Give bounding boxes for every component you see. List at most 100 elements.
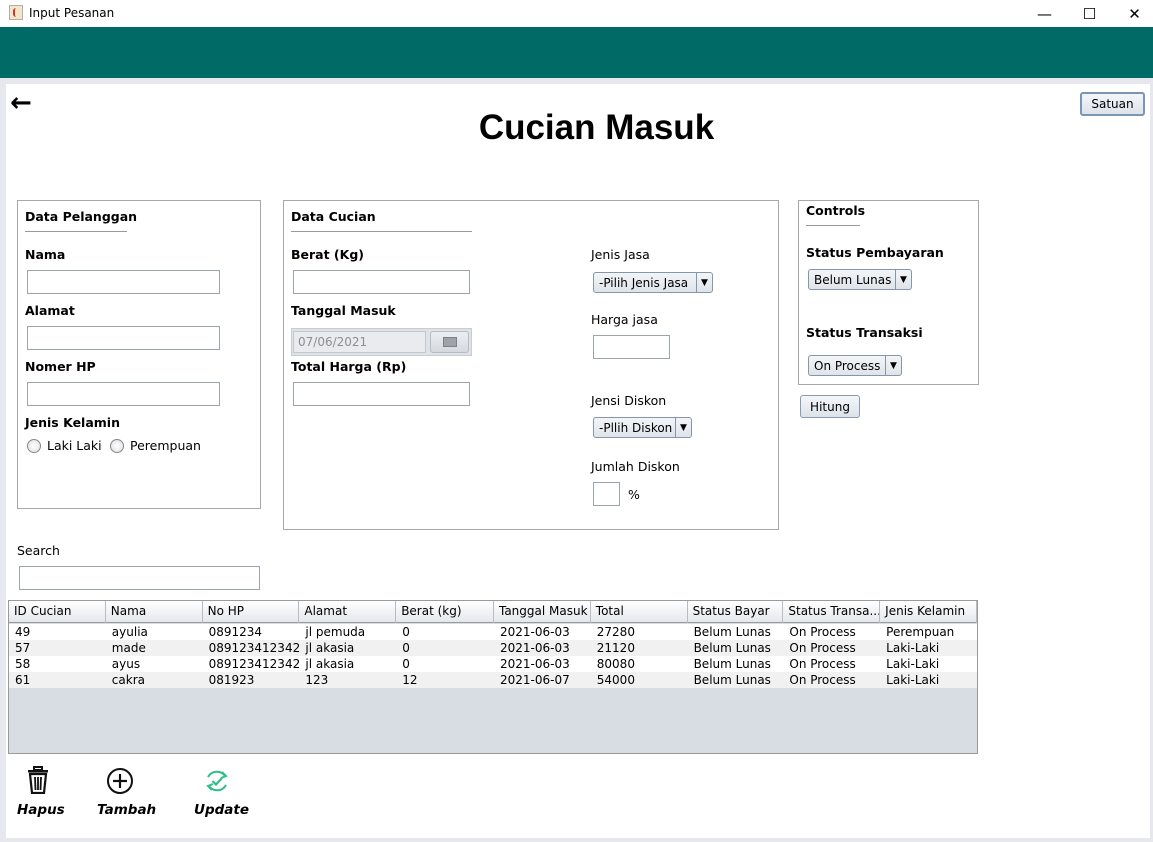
java-app-icon: [9, 5, 23, 20]
status-pembayaran-value: Belum Lunas: [814, 272, 892, 287]
table-cell: Laki-Laki: [886, 657, 940, 671]
controls-heading: Controls: [806, 203, 866, 218]
data-cucian-heading: Data Cucian: [291, 209, 376, 224]
table-column-header[interactable]: ID Cucian: [9, 601, 106, 623]
update-sync-icon[interactable]: [204, 768, 230, 794]
chevron-down-icon: ▼: [895, 270, 911, 289]
calendar-button[interactable]: [430, 331, 469, 353]
hapus-button[interactable]: Hapus: [17, 802, 65, 818]
table-cell: jl pemuda: [305, 625, 366, 639]
table-row[interactable]: 57 made 089123412342 jl akasia 0 2021-06-03 21…: [9, 640, 977, 656]
table-cell: 0891234: [208, 625, 263, 639]
trash-icon[interactable]: [25, 766, 51, 795]
update-button[interactable]: Update: [194, 802, 249, 818]
table-cell: On Process: [789, 625, 856, 639]
table-row[interactable]: 61 cakra 081923 123 12 2021-06-07 54000 Belum L…: [9, 672, 977, 688]
table-cell: 089123412342: [208, 657, 300, 671]
calendar-icon: [442, 337, 457, 347]
harga-jasa-label: Harga jasa: [591, 312, 658, 327]
chevron-down-icon: ▼: [696, 273, 712, 292]
laki-laki-label: Laki Laki: [47, 438, 102, 453]
maximize-button[interactable]: ☐: [1067, 0, 1112, 27]
search-label: Search: [17, 543, 60, 558]
table-column-header[interactable]: Alamat: [299, 601, 397, 623]
alamat-field[interactable]: [27, 326, 220, 350]
jenis-jasa-label: Jenis Jasa: [591, 247, 650, 262]
header-band: [0, 27, 1153, 78]
status-pembayaran-combo[interactable]: Belum Lunas ▼: [808, 269, 912, 290]
perempuan-radio[interactable]: [110, 439, 124, 453]
table-row[interactable]: 49 ayulia 0891234 jl pemuda 0 2021-06-03 27280…: [9, 624, 977, 640]
jumlah-diskon-field[interactable]: [593, 482, 620, 506]
hitung-button[interactable]: Hitung: [800, 395, 860, 418]
table-column-header[interactable]: Berat (kg): [396, 601, 494, 623]
table-cell: 2021-06-03: [499, 657, 570, 671]
alamat-label: Alamat: [25, 303, 75, 318]
table-cell: Perempuan: [886, 625, 955, 639]
status-transaksi-combo[interactable]: On Process ▼: [808, 355, 902, 376]
table-column-header[interactable]: Tanggal Masuk: [494, 601, 591, 623]
table-column-header[interactable]: Total: [591, 601, 688, 623]
table-column-header[interactable]: Nama: [106, 601, 203, 623]
table-cell: 089123412342: [208, 641, 300, 655]
laki-laki-radio[interactable]: [27, 439, 41, 453]
chevron-down-icon: ▼: [675, 418, 691, 437]
jenis-jasa-combo[interactable]: -Pilih Jenis Jasa ▼: [593, 272, 713, 293]
berat-field[interactable]: [293, 270, 470, 294]
satuan-button[interactable]: Satuan: [1080, 92, 1145, 116]
table-column-header[interactable]: Jenis Kelamin: [880, 601, 977, 623]
table-cell: On Process: [789, 657, 856, 671]
table-cell: Laki-Laki: [886, 641, 940, 655]
jenis-jasa-value: -Pilih Jenis Jasa: [599, 275, 689, 290]
pesanan-table[interactable]: ID Cucian Nama No HP Alamat Berat (kg) Tangga…: [8, 600, 978, 754]
table-cell: jl akasia: [305, 657, 355, 671]
jumlah-diskon-label: Jumlah Diskon: [591, 459, 680, 474]
status-pembayaran-label: Status Pembayaran: [806, 245, 944, 260]
table-body: 49 ayulia 0891234 jl pemuda 0 2021-06-03 27280…: [9, 624, 977, 688]
table-cell: Belum Lunas: [693, 641, 771, 655]
status-transaksi-label: Status Transaksi: [806, 325, 923, 340]
table-cell: 2021-06-03: [499, 641, 570, 655]
window-titlebar: [0, 0, 1153, 27]
table-cell: 27280: [596, 625, 635, 639]
nomer-hp-field[interactable]: [27, 382, 220, 406]
add-circle-icon[interactable]: [106, 767, 134, 795]
chevron-down-icon: ▼: [885, 356, 901, 375]
table-cell: Laki-Laki: [886, 673, 940, 687]
tambah-button[interactable]: Tambah: [97, 802, 156, 818]
tanggal-masuk-field[interactable]: 07/06/2021: [293, 331, 426, 353]
table-cell: 49: [15, 625, 31, 639]
percent-label: %: [628, 487, 640, 502]
berat-label: Berat (Kg): [291, 247, 364, 262]
close-button[interactable]: ✕: [1112, 0, 1153, 27]
page-title: Cucian Masuk: [478, 108, 715, 147]
status-transaksi-value: On Process: [814, 358, 881, 373]
total-harga-field[interactable]: [293, 382, 470, 406]
table-cell: 2021-06-03: [499, 625, 570, 639]
table-cell: 21120: [596, 641, 635, 655]
minimize-button[interactable]: —: [1022, 0, 1067, 27]
table-column-header[interactable]: Status Transa...: [783, 601, 881, 623]
heading-divider: [806, 225, 860, 226]
table-cell: 57: [15, 641, 31, 655]
nama-field[interactable]: [27, 270, 220, 294]
jenis-diskon-label: Jensi Diskon: [591, 393, 667, 408]
table-cell: Belum Lunas: [693, 657, 771, 671]
table-cell: cakra: [111, 673, 145, 687]
table-column-header[interactable]: No HP: [203, 601, 300, 623]
table-cell: On Process: [789, 641, 856, 655]
nomer-hp-label: Nomer HP: [25, 359, 96, 374]
table-cell: 58: [15, 657, 31, 671]
tanggal-masuk-label: Tanggal Masuk: [291, 303, 396, 318]
table-cell: 0: [402, 657, 410, 671]
data-pelanggan-heading: Data Pelanggan: [25, 209, 138, 224]
search-input[interactable]: [19, 566, 260, 590]
jenis-diskon-combo[interactable]: -Pllih Diskon ▼: [593, 417, 692, 438]
table-row[interactable]: 58 ayus 089123412342 jl akasia 0 2021-06-03 80…: [9, 656, 977, 672]
nama-label: Nama: [25, 247, 66, 262]
table-column-header[interactable]: Status Bayar: [688, 601, 784, 623]
perempuan-label: Perempuan: [130, 438, 201, 453]
heading-divider: [291, 231, 472, 232]
table-cell: 0: [402, 625, 410, 639]
harga-jasa-field[interactable]: [593, 335, 670, 359]
